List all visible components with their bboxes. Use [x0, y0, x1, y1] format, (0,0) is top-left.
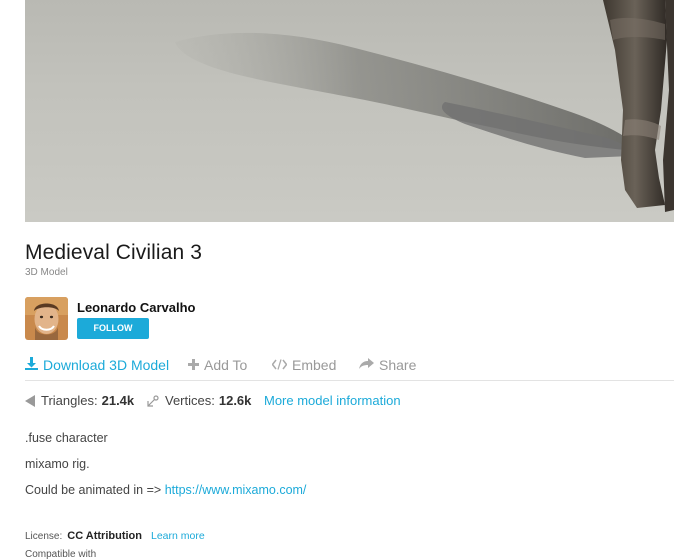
license-label: License:	[25, 531, 63, 542]
download-icon	[25, 356, 38, 374]
triangle-icon	[25, 395, 35, 407]
plus-icon	[188, 356, 199, 374]
license-info: License: CC Attribution Learn more	[25, 530, 205, 542]
model-page: Medieval Civilian 3 3D Model Leonardo Ca…	[0, 0, 674, 560]
share-label: Share	[379, 357, 417, 373]
author-name[interactable]: Leonardo Carvalho	[77, 300, 195, 315]
embed-button[interactable]: Embed	[271, 356, 337, 374]
triangles-label: Triangles:	[41, 393, 98, 408]
model-type-label: 3D Model	[25, 267, 68, 278]
triangles-stat: Triangles: 21.4k	[25, 392, 134, 410]
model-title: Medieval Civilian 3	[25, 241, 202, 264]
license-name[interactable]: CC Attribution	[67, 530, 142, 542]
avatar-image	[25, 297, 68, 340]
vertices-value: 12.6k	[218, 393, 252, 408]
vertex-icon	[147, 395, 159, 407]
compatibility-info: Compatible with	[25, 549, 96, 560]
mixamo-link[interactable]: https://www.mixamo.com/	[165, 483, 307, 497]
download-model-button[interactable]: Download 3D Model	[25, 356, 169, 374]
add-to-button[interactable]: Add To	[188, 356, 247, 374]
author-avatar[interactable]	[25, 297, 68, 340]
more-model-info-link[interactable]: More model information	[264, 392, 401, 410]
description-line: mixamo rig.	[25, 457, 90, 471]
share-button[interactable]: Share	[359, 356, 416, 374]
code-icon	[271, 356, 288, 374]
follow-button[interactable]: FOLLOW	[77, 318, 149, 339]
add-to-label: Add To	[204, 357, 248, 373]
compatibility-label: Compatible with	[25, 549, 97, 560]
download-label: Download 3D Model	[43, 357, 170, 373]
description-text: Could be animated in =>	[25, 483, 162, 497]
learn-more-link[interactable]: Learn more	[151, 530, 205, 542]
share-arrow-icon	[359, 356, 374, 374]
description-line: .fuse character	[25, 431, 108, 445]
description-line-with-link: Could be animated in => https://www.mixa…	[25, 483, 306, 497]
triangles-value: 21.4k	[101, 393, 135, 408]
model-actions-bar: Download 3D Model Add To Embed Share	[25, 356, 674, 381]
vertices-stat: Vertices: 12.6k	[147, 392, 251, 410]
model-viewer[interactable]	[25, 0, 674, 222]
viewer-scene	[175, 0, 674, 212]
vertices-label: Vertices:	[165, 393, 215, 408]
embed-label: Embed	[292, 357, 337, 373]
